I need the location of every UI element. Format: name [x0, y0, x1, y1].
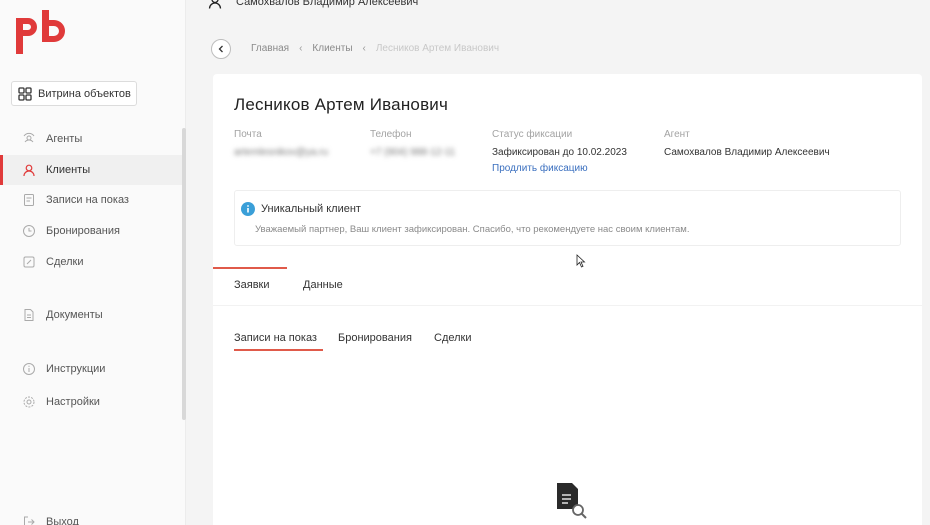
tab-requests[interactable]: Заявки: [234, 279, 270, 291]
back-button[interactable]: [211, 39, 231, 59]
unique-client-notice: Уникальный клиент Уважаемый партнер, Ваш…: [234, 190, 901, 246]
breadcrumb-clients[interactable]: Клиенты: [312, 43, 352, 54]
brand-logo[interactable]: [10, 6, 74, 58]
sidebar-item-bookings[interactable]: Бронирования: [0, 216, 184, 246]
status-label: Статус фиксации: [492, 129, 573, 140]
sidebar-item-label: Бронирования: [46, 225, 120, 237]
sidebar-item-label: Инструкции: [46, 363, 106, 375]
sidebar-item-settings[interactable]: Настройки: [0, 387, 184, 417]
gear-icon: [22, 395, 36, 409]
sidebar-item-label: Агенты: [46, 133, 83, 145]
tabs-divider: [213, 305, 922, 306]
user-icon: [208, 0, 222, 9]
vitrina-button[interactable]: Витрина объектов: [11, 81, 137, 106]
notice-title: Уникальный клиент: [261, 203, 361, 215]
deals-icon: [22, 255, 36, 269]
page-title: Лесников Артем Иванович: [234, 95, 449, 114]
sidebar-item-label: Настройки: [46, 396, 100, 408]
logout-icon: [22, 515, 36, 525]
sidebar-item-showings[interactable]: Записи на показ: [0, 185, 184, 215]
sidebar-item-agents[interactable]: Агенты: [0, 124, 184, 154]
breadcrumb-current: Лесников Артем Иванович: [375, 43, 500, 54]
subtab-showings[interactable]: Записи на показ: [234, 332, 317, 344]
top-user[interactable]: Самохвалов Владимир Алексеевич: [208, 0, 418, 10]
tab-data[interactable]: Данные: [303, 279, 343, 291]
agents-icon: [22, 132, 36, 146]
booking-icon: [22, 224, 36, 238]
email-label: Почта: [234, 129, 262, 140]
email-value: artemlesnikov@ya.ru: [234, 147, 329, 158]
notice-text: Уважаемый партнер, Ваш клиент зафиксиров…: [255, 224, 690, 235]
subtab-bookings[interactable]: Бронирования: [338, 332, 412, 344]
info-icon: [22, 362, 36, 376]
user-icon: [22, 163, 36, 177]
chevron-left-icon: ‹: [362, 43, 366, 54]
breadcrumb: Главная ‹ Клиенты ‹ Лесников Артем Ивано…: [251, 43, 499, 54]
chevron-left-icon: [218, 45, 223, 53]
active-subtab-indicator: [234, 349, 323, 351]
notes-icon: [22, 193, 36, 207]
sidebar-item-label: Клиенты: [46, 164, 91, 176]
sidebar: Витрина объектов Агенты Клиенты Записи н…: [0, 0, 186, 525]
sidebar-item-logout[interactable]: Выход: [0, 507, 184, 525]
breadcrumb-home[interactable]: Главная: [251, 43, 289, 54]
sidebar-item-documents[interactable]: Документы: [0, 300, 184, 330]
document-icon: [22, 308, 36, 322]
info-icon: [241, 202, 255, 216]
sidebar-scrollbar[interactable]: [182, 128, 186, 420]
grid-icon: [18, 86, 32, 101]
sidebar-item-label: Документы: [46, 309, 103, 321]
phone-value: +7 (904) 988-12-11: [370, 147, 456, 158]
sidebar-item-label: Выход: [46, 516, 79, 525]
agent-value: Самохвалов Владимир Алексеевич: [664, 147, 830, 158]
vitrina-label: Витрина объектов: [38, 87, 131, 100]
sidebar-item-instructions[interactable]: Инструкции: [0, 354, 184, 384]
phone-label: Телефон: [370, 129, 412, 140]
sidebar-item-deals[interactable]: Сделки: [0, 247, 184, 277]
subtab-deals[interactable]: Сделки: [434, 332, 472, 344]
sidebar-item-clients[interactable]: Клиенты: [0, 155, 184, 185]
sidebar-item-label: Сделки: [46, 256, 84, 268]
mouse-cursor-icon: [576, 254, 586, 268]
client-card: Лесников Артем Иванович Почта artemlesni…: [213, 74, 922, 525]
extend-fixation-link[interactable]: Продлить фиксацию: [492, 163, 588, 174]
sidebar-item-label: Записи на показ: [46, 194, 129, 206]
active-tab-indicator: [213, 267, 287, 269]
status-value: Зафиксирован до 10.02.2023: [492, 147, 627, 158]
top-user-name: Самохвалов Владимир Алексеевич: [236, 0, 419, 8]
chevron-left-icon: ‹: [299, 43, 303, 54]
agent-label: Агент: [664, 129, 690, 140]
document-search-icon: [557, 483, 587, 519]
